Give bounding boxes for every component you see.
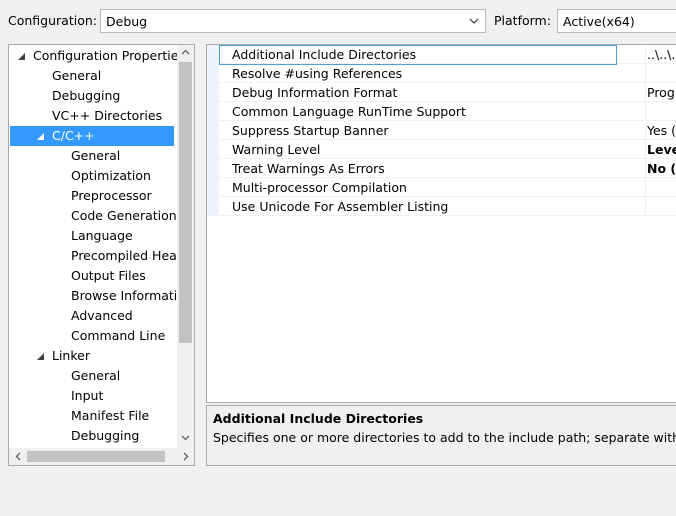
tree-item[interactable]: Manifest File: [9, 406, 177, 426]
property-tree[interactable]: Configuration Properties General Debugging…: [8, 44, 195, 466]
tree-item[interactable]: General: [9, 66, 177, 86]
tree-item[interactable]: C/C++: [10, 126, 174, 146]
tree-item[interactable]: Linker: [9, 346, 177, 366]
property-name: Resolve #using References: [232, 66, 403, 81]
tree-item-label: Linker: [52, 348, 90, 363]
property-name: Suppress Startup Banner: [232, 123, 389, 138]
platform-label: Platform:: [494, 13, 551, 28]
tree-item[interactable]: Advanced: [9, 306, 177, 326]
description-title: Additional Include Directories: [213, 411, 424, 426]
property-row[interactable]: Warning Level Leve: [219, 140, 676, 159]
property-row[interactable]: Use Unicode For Assembler Listing: [219, 197, 676, 216]
tree-item-label: C/C++: [52, 128, 95, 143]
property-grid[interactable]: Additional Include Directories ..\..\.. Re…: [206, 44, 676, 403]
tree-item-label: VC++ Directories: [52, 108, 163, 123]
description-text: Specifies one or more directories to add…: [213, 430, 676, 445]
tree-item[interactable]: Code Generation: [9, 206, 177, 226]
tree-item[interactable]: Language: [9, 226, 177, 246]
tree-item[interactable]: VC++ Directories: [9, 106, 177, 126]
tree-item[interactable]: General: [9, 366, 177, 386]
tree-item-label: Browse Information: [71, 288, 193, 303]
triangle-expanded-icon[interactable]: [37, 353, 44, 360]
tree-item-label: Debugging: [52, 88, 121, 103]
property-name: Treat Warnings As Errors: [232, 161, 385, 176]
tree-item[interactable]: Optimization: [9, 166, 177, 186]
tree-horizontal-scrollbar[interactable]: [9, 448, 194, 465]
tree-item-label: Optimization: [71, 168, 151, 183]
tree-item-label: Code Generation: [71, 208, 177, 223]
tree-item-label: Language: [71, 228, 133, 243]
tree-item-label: Manifest File: [71, 408, 150, 423]
property-row[interactable]: Multi-processor Compilation: [219, 178, 676, 197]
chevron-down-icon: [468, 15, 480, 27]
property-name: Debug Information Format: [232, 85, 398, 100]
tree-item[interactable]: Input: [9, 386, 177, 406]
tree-vertical-scroll-thumb[interactable]: [179, 62, 192, 343]
scroll-down-arrow-icon[interactable]: [177, 431, 194, 448]
scroll-left-arrow-icon[interactable]: [9, 448, 26, 465]
property-name: Additional Include Directories: [232, 47, 417, 62]
property-row[interactable]: Additional Include Directories ..\..\..: [219, 45, 676, 65]
tree-item[interactable]: Preprocessor: [9, 186, 177, 206]
description-pane: Additional Include Directories Specifies…: [206, 405, 676, 466]
tree-item-label: Preprocessor: [71, 188, 152, 203]
tree-item-label: General: [71, 368, 121, 383]
scroll-right-arrow-icon[interactable]: [177, 448, 194, 465]
tree-item-label: General: [52, 68, 102, 83]
property-name: Common Language RunTime Support: [232, 104, 466, 119]
tree-item[interactable]: Precompiled Headers: [9, 246, 194, 266]
tree-item-label: General: [71, 148, 121, 163]
tree-item-label: Command Line: [71, 328, 166, 343]
tree-item-label: Output Files: [71, 268, 146, 283]
property-grid-gutter: [207, 45, 219, 216]
tree-item-label: Debugging: [71, 428, 140, 443]
tree-item-label: Input: [71, 388, 104, 403]
property-name: Use Unicode For Assembler Listing: [232, 199, 449, 214]
scroll-up-arrow-icon[interactable]: [177, 45, 194, 62]
triangle-expanded-icon[interactable]: [18, 53, 25, 60]
platform-select[interactable]: Active(x64): [557, 9, 676, 33]
property-value[interactable]: Prog: [647, 83, 676, 102]
property-row[interactable]: Treat Warnings As Errors No (/: [219, 159, 676, 178]
property-value[interactable]: Leve: [647, 140, 676, 159]
tree-item[interactable]: Configuration Properties: [9, 46, 185, 66]
tree-horizontal-scroll-thumb[interactable]: [27, 451, 165, 462]
tree-item[interactable]: Output Files: [9, 266, 177, 286]
property-row[interactable]: Resolve #using References: [219, 64, 676, 83]
property-value[interactable]: ..\..\..: [647, 45, 676, 64]
property-name: Multi-processor Compilation: [232, 180, 407, 195]
platform-value: Active(x64): [563, 14, 635, 29]
tree-item[interactable]: Browse Information: [9, 286, 193, 306]
tree-item[interactable]: Debugging: [9, 86, 177, 106]
tree-item-label: Configuration Properties: [33, 48, 185, 63]
configuration-label: Configuration:: [8, 13, 97, 28]
configuration-value: Debug: [106, 14, 148, 29]
property-row[interactable]: Common Language RunTime Support: [219, 102, 676, 121]
triangle-expanded-icon[interactable]: [37, 133, 44, 140]
tree-vertical-scrollbar[interactable]: [177, 45, 194, 448]
property-value[interactable]: No (/: [647, 159, 676, 178]
tree-item[interactable]: Command Line: [9, 326, 177, 346]
configuration-select[interactable]: Debug: [100, 9, 486, 33]
property-row[interactable]: Debug Information Format Prog: [219, 83, 676, 102]
tree-item[interactable]: General: [9, 146, 177, 166]
property-name: Warning Level: [232, 142, 321, 157]
property-row[interactable]: Suppress Startup Banner Yes (: [219, 121, 676, 140]
property-value[interactable]: Yes (: [647, 121, 676, 140]
tree-item[interactable]: Debugging: [9, 426, 177, 446]
tree-item-label: Advanced: [71, 308, 133, 323]
